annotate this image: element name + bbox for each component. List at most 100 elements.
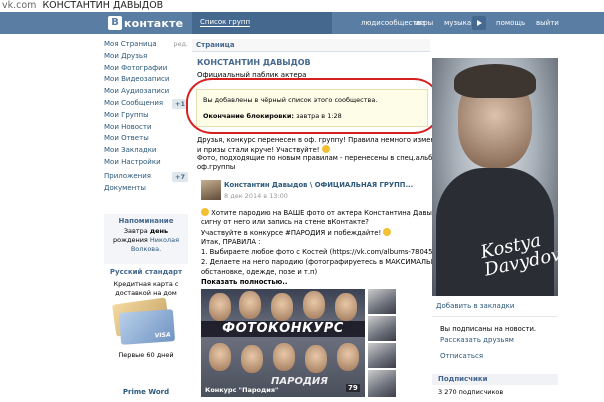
desc-line: Фото, подходящие по новым правилам - пер… [197, 154, 442, 162]
photo-overlay-text: ПАРОДИЯ [271, 376, 328, 387]
ad-line: доставкой на дом [115, 288, 177, 297]
ad-subtitle: Кредитная карта с доставкой на дом [104, 280, 188, 297]
menu-label: Приложения [104, 171, 151, 180]
ad-block[interactable]: Русский стандарт Кредитная карта с доста… [104, 268, 188, 359]
reminder-word: рождения [113, 236, 148, 244]
credit-card-blue: VISA [118, 309, 176, 345]
page-tabbar: Страница [192, 39, 430, 52]
reminder-text: Завтра день рождения Николая Волкова. [104, 227, 188, 254]
nav-music[interactable]: музыка [444, 17, 471, 29]
face-image [303, 291, 325, 319]
birthday-reminder: Напоминание Завтра день рождения Николая… [104, 214, 188, 264]
ad-line: Кредитная карта с [113, 280, 179, 288]
menu-my-page[interactable]: Моя Страница ред. [104, 39, 188, 51]
reminder-bold: день [149, 227, 169, 235]
post-author-link[interactable]: Константин Давыдов \ ОФИЦИАЛЬНАЯ ГРУПП..… [224, 181, 413, 189]
post-text: Хотите пародию на ВАШЕ фото от актера Ко… [211, 209, 452, 217]
menu-label: Моя Страница [104, 40, 157, 48]
reminder-name-link[interactable]: Николая [150, 236, 179, 244]
face-image [241, 345, 263, 373]
face-image [209, 343, 231, 371]
ad-prime-title[interactable]: Prime Word [104, 388, 188, 396]
menu-friends[interactable]: Мои Друзья [104, 51, 188, 63]
post-author-avatar[interactable] [201, 180, 221, 200]
vk-logo-icon: B [108, 16, 122, 30]
post-text-line: Хотите пародию на ВАШЕ фото от актера Ко… [201, 208, 451, 219]
play-icon[interactable] [472, 16, 486, 30]
edit-link[interactable]: ред. [173, 39, 188, 51]
search-tab-label: Список групп [200, 18, 251, 27]
ad-title[interactable]: Русский стандарт [104, 268, 188, 276]
add-bookmark-link[interactable]: Добавить в закладки [436, 302, 514, 310]
reminder-title: Напоминание [118, 217, 174, 225]
nav-help[interactable]: помощь [496, 17, 525, 29]
menu-videos[interactable]: Мои Видеозаписи [104, 74, 188, 86]
menu-photos[interactable]: Мои Фотографии [104, 63, 188, 75]
window-caption: vk.com КОНСТАНТИН ДАВЫДОВ [2, 0, 602, 11]
menu-documents[interactable]: Документы [104, 183, 188, 195]
post-text: Участвуйте в конкурсе #ПАРОДИЯ и побежда… [201, 229, 382, 237]
menu-bookmarks[interactable]: Мои Закладки [104, 145, 188, 157]
smile-emoji-icon [321, 145, 330, 153]
caption-title: КОНСТАНТИН ДАВЫДОВ [42, 0, 164, 11]
visa-logo: VISA [154, 331, 171, 340]
menu-news[interactable]: Мои Новости [104, 122, 188, 134]
face-image [239, 291, 261, 319]
vk-logo-text: контакте [124, 16, 184, 30]
emoji-icon [383, 228, 392, 236]
post-text-line: обстановке, одежде, позе и т.п) [201, 268, 318, 276]
face-image [337, 343, 359, 371]
subscribed-status: Вы подписаны на новости. [440, 325, 537, 333]
subscribers-header[interactable]: Подписчики [432, 374, 558, 385]
tell-friends-link[interactable]: Рассказать друзьям [440, 336, 514, 344]
avatar-hair [454, 64, 536, 98]
tab-page[interactable]: Страница [196, 39, 235, 52]
photo-count: 79 [346, 384, 360, 392]
post-date[interactable]: 8 дек 2014 в 13:00 [224, 192, 288, 200]
vk-logo[interactable]: B контакте [108, 16, 183, 30]
menu-messages[interactable]: Мои Сообщения +1 [104, 98, 188, 110]
post-text-line: сигну от него или запись на стене вКонта… [201, 218, 369, 226]
emoji-icon [201, 208, 209, 216]
reminder-name-link[interactable]: Волкова. [131, 245, 161, 253]
reminder-word: Завтра [123, 227, 148, 235]
nav-games[interactable]: игры [415, 17, 433, 29]
menu-groups[interactable]: Мои Группы [104, 110, 188, 122]
page-title: КОНСТАНТИН ДАВЫДОВ [197, 58, 311, 67]
desc-text: и призы стали круче! Участвуйте! [197, 146, 320, 154]
desc-line: Друзья, конкурс перенесен в оф. группу! … [197, 136, 469, 144]
menu-answers[interactable]: Мои Ответы [104, 133, 188, 145]
photo-thumbnail[interactable] [368, 316, 396, 341]
face-image [335, 293, 357, 321]
post-text-line: Участвуйте в конкурсе #ПАРОДИЯ и побежда… [201, 228, 392, 239]
unsubscribe-link[interactable]: Отписаться [440, 352, 483, 360]
post-photo[interactable]: ФОТОКОНКУРС ПАРОДИЯ Конкурс "Пародия" [201, 289, 365, 397]
desc-line: оф.группы [197, 163, 236, 171]
nav-logout[interactable]: выйти [536, 17, 559, 29]
menu-label: Мои Сообщения [104, 98, 164, 107]
ad-footer: Первые 60 дней [118, 351, 174, 359]
menu-audio[interactable]: Мои Аудиозаписи [104, 86, 188, 98]
ad-credit-cards-image[interactable]: VISA [108, 297, 184, 349]
subscribers-count[interactable]: 3 270 подписчиков [438, 388, 503, 396]
post-text-line: 2. Делаете на него пародию (фотографируе… [201, 258, 471, 266]
red-highlight-ellipse [186, 78, 440, 134]
show-more-link[interactable]: Показать полностью.. [201, 278, 287, 288]
photo-caption: Конкурс "Пародия" [205, 386, 279, 394]
nav-people[interactable]: люди [361, 17, 381, 29]
apps-count-badge: +7 [172, 171, 188, 182]
left-menu: Моя Страница ред. Мои Друзья Мои Фотограф… [104, 39, 188, 194]
post-text-line: 1. Выбираете любое фото с Костей (https:… [201, 248, 449, 256]
face-image [209, 293, 231, 321]
face-image [305, 345, 327, 373]
photo-thumbnail[interactable] [368, 343, 396, 368]
group-avatar-photo[interactable]: Kostya Davydov [432, 58, 558, 296]
caption-url: vk.com [2, 0, 37, 11]
menu-settings[interactable]: Мои Настройки [104, 157, 188, 169]
photo-thumbnail[interactable] [368, 289, 396, 314]
menu-apps[interactable]: Приложения +7 [104, 171, 188, 183]
face-image [273, 343, 295, 371]
photo-thumbnail[interactable] [368, 370, 396, 397]
divider [432, 316, 558, 317]
search-tab[interactable]: Список групп [192, 12, 332, 34]
